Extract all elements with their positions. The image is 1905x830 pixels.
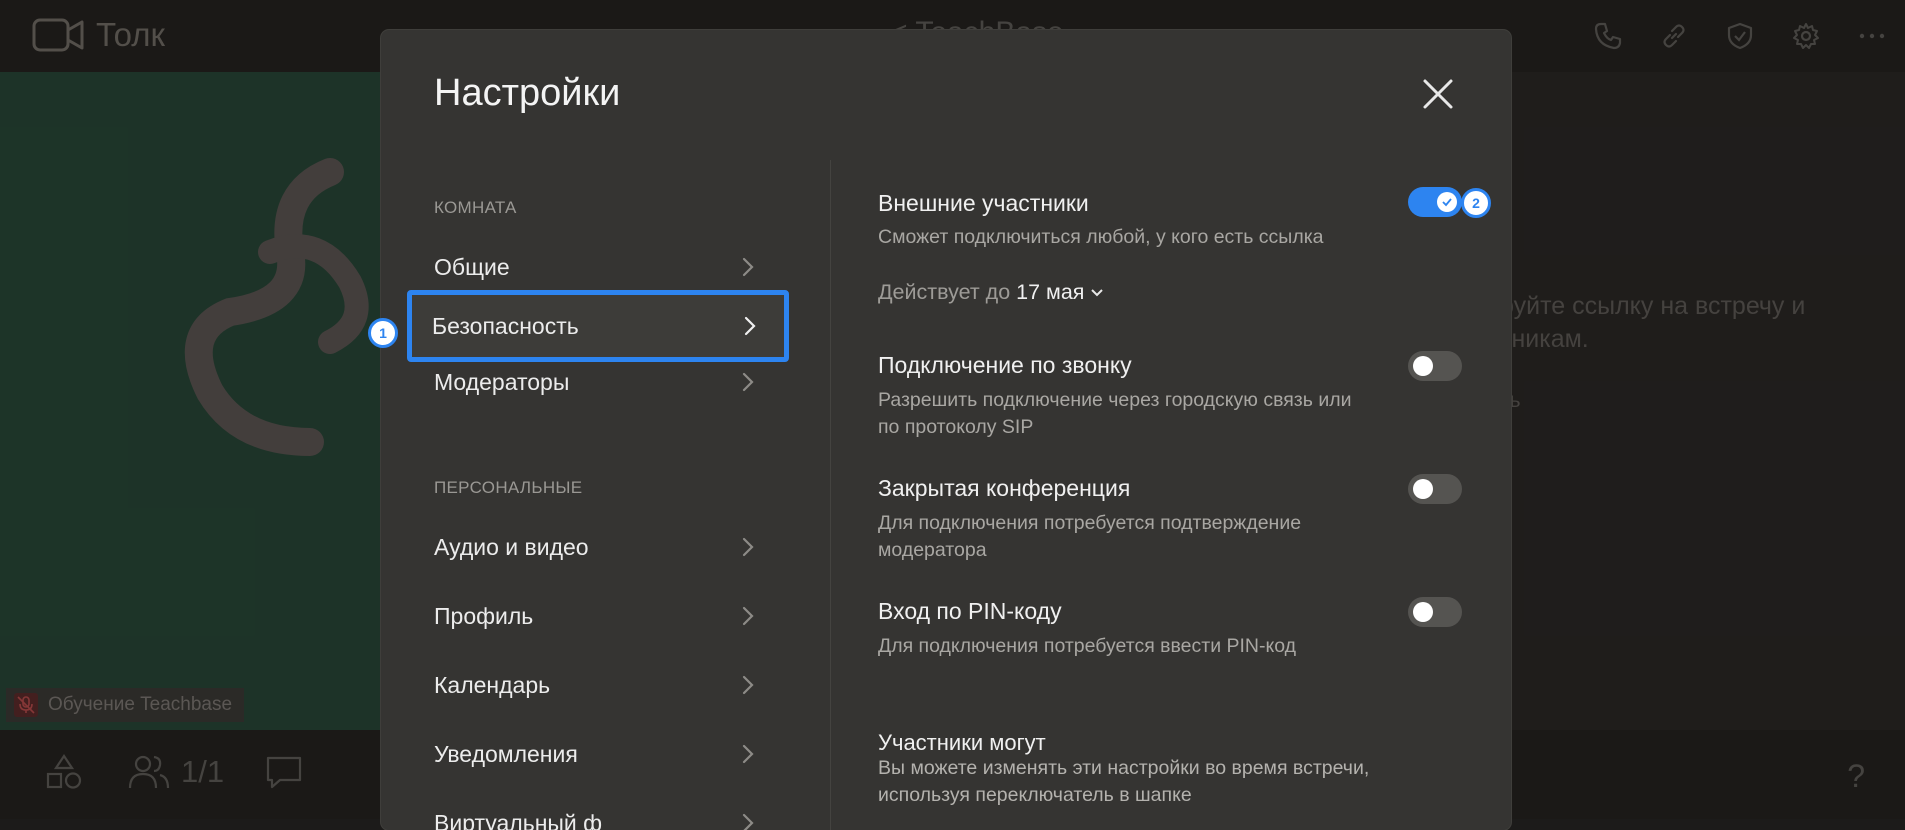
chevron-right-icon (741, 536, 755, 558)
chevron-right-icon (743, 315, 757, 337)
section-label-personal: ПЕРСОНАЛЬНЫЕ (434, 478, 582, 498)
nav-item-general[interactable]: Общие (411, 237, 785, 297)
nav-divider (830, 160, 831, 830)
chevron-right-icon (741, 674, 755, 696)
nav-item-security[interactable]: Безопасность (409, 292, 787, 360)
valid-until-date: 17 мая (1016, 280, 1084, 305)
chevron-down-icon (1090, 288, 1104, 298)
check-icon (1441, 196, 1453, 208)
closed-conference-toggle[interactable] (1408, 474, 1462, 504)
annotation-marker-1: 1 (368, 318, 398, 348)
external-participants-title: Внешние участники (878, 190, 1089, 217)
nav-item-moderators[interactable]: Модераторы (411, 352, 785, 412)
toggle-knob (1437, 192, 1457, 212)
nav-item-label: Уведомления (434, 741, 578, 768)
participants-can-desc: Вы можете изменять эти настройки во врем… (878, 755, 1438, 809)
pin-login-title: Вход по PIN-коду (878, 598, 1062, 625)
nav-item-label: Безопасность (432, 313, 579, 340)
close-button[interactable] (1418, 74, 1458, 114)
nav-item-label: Календарь (434, 672, 550, 699)
annotation-marker-2: 2 (1461, 188, 1491, 218)
nav-item-profile[interactable]: Профиль (411, 586, 785, 646)
phone-connection-desc: Разрешить подключение через городскую св… (878, 387, 1378, 441)
nav-item-label: Профиль (434, 603, 533, 630)
chevron-right-icon (741, 812, 755, 830)
toggle-knob (1413, 479, 1433, 499)
closed-conference-title: Закрытая конференция (878, 475, 1130, 502)
settings-modal: Настройки КОМНАТА Общие Безопасность Мод… (381, 30, 1511, 830)
valid-until-selector[interactable]: Действует до 17 мая (878, 280, 1104, 305)
closed-conference-desc: Для подключения потребуется подтверждени… (878, 510, 1378, 564)
chevron-right-icon (741, 743, 755, 765)
pin-login-desc: Для подключения потребуется ввести PIN-к… (878, 633, 1398, 660)
phone-connection-toggle[interactable] (1408, 351, 1462, 381)
nav-item-label: Виртуальный ф (434, 810, 602, 830)
close-icon (1422, 78, 1454, 110)
nav-item-label: Модераторы (434, 369, 569, 396)
section-label-room: КОМНАТА (434, 198, 517, 218)
external-participants-desc: Сможет подключиться любой, у кого есть с… (878, 224, 1398, 251)
toggle-knob (1413, 356, 1433, 376)
valid-until-prefix: Действует до (878, 280, 1010, 305)
nav-item-label: Аудио и видео (434, 534, 589, 561)
chevron-right-icon (741, 605, 755, 627)
nav-item-virtual-background[interactable]: Виртуальный ф (411, 793, 785, 830)
chevron-right-icon (741, 256, 755, 278)
nav-item-calendar[interactable]: Календарь (411, 655, 785, 715)
pin-login-toggle[interactable] (1408, 597, 1462, 627)
modal-title: Настройки (434, 72, 620, 115)
chevron-right-icon (741, 371, 755, 393)
phone-connection-title: Подключение по звонку (878, 352, 1132, 379)
participants-can-title: Участники могут (878, 730, 1046, 756)
nav-item-notifications[interactable]: Уведомления (411, 724, 785, 784)
nav-item-audio-video[interactable]: Аудио и видео (411, 517, 785, 577)
nav-item-label: Общие (434, 254, 510, 281)
external-participants-toggle[interactable] (1408, 187, 1462, 217)
toggle-knob (1413, 602, 1433, 622)
